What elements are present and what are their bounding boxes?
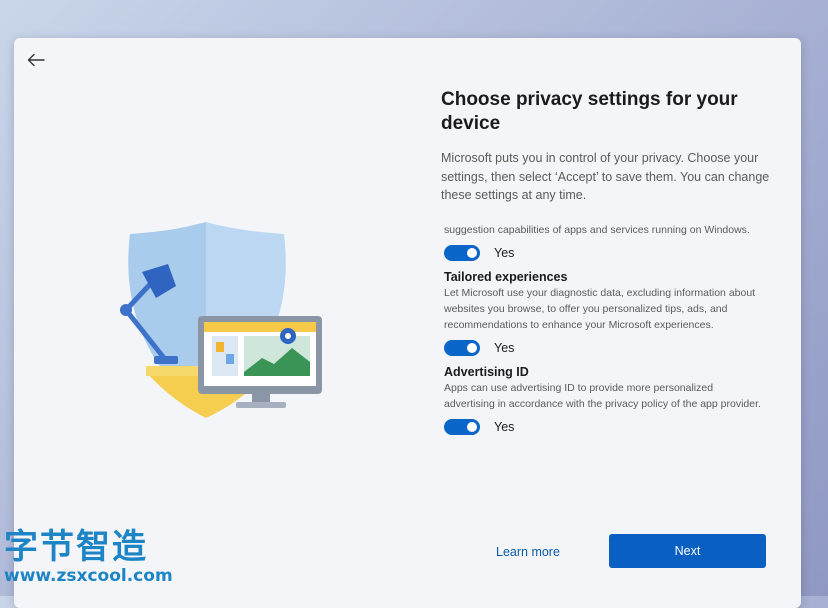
toggle-switch[interactable]: [444, 245, 480, 261]
partial-setting-toggle[interactable]: Yes: [444, 241, 764, 265]
toggle-label: Yes: [494, 246, 515, 260]
partial-setting-desc: suggestion capabilities of apps and serv…: [444, 224, 750, 236]
setup-window: Choose privacy settings for your device …: [14, 38, 801, 608]
watermark: 字节智造 www.zsxcool.com: [4, 528, 173, 586]
learn-more-link[interactable]: Learn more: [496, 545, 560, 559]
advertising-id-toggle[interactable]: Yes: [444, 415, 764, 439]
toggle-label: Yes: [494, 420, 515, 434]
next-button[interactable]: Next: [609, 534, 766, 568]
privacy-illustration: [102, 222, 322, 422]
toggle-switch[interactable]: [444, 340, 480, 356]
advertising-id-desc: Apps can use advertising ID to provide m…: [444, 382, 761, 410]
advertising-id-title: Advertising ID: [444, 365, 529, 379]
back-button[interactable]: [24, 48, 48, 72]
tailored-experiences-title: Tailored experiences: [444, 270, 568, 284]
tailored-experiences-toggle[interactable]: Yes: [444, 336, 764, 360]
settings-list[interactable]: suggestion capabilities of apps and serv…: [444, 222, 764, 542]
toggle-switch[interactable]: [444, 419, 480, 435]
page-title: Choose privacy settings for your device: [441, 89, 738, 134]
toggle-label: Yes: [494, 341, 515, 355]
page-description: Microsoft puts you in control of your pr…: [441, 151, 770, 202]
back-arrow-icon: [27, 53, 45, 67]
watermark-url: www.zsxcool.com: [4, 566, 173, 586]
header-section: Choose privacy settings for your device …: [441, 88, 771, 205]
watermark-logo-text: 字节智造: [4, 527, 148, 567]
tailored-experiences-desc: Let Microsoft use your diagnostic data, …: [444, 287, 756, 331]
